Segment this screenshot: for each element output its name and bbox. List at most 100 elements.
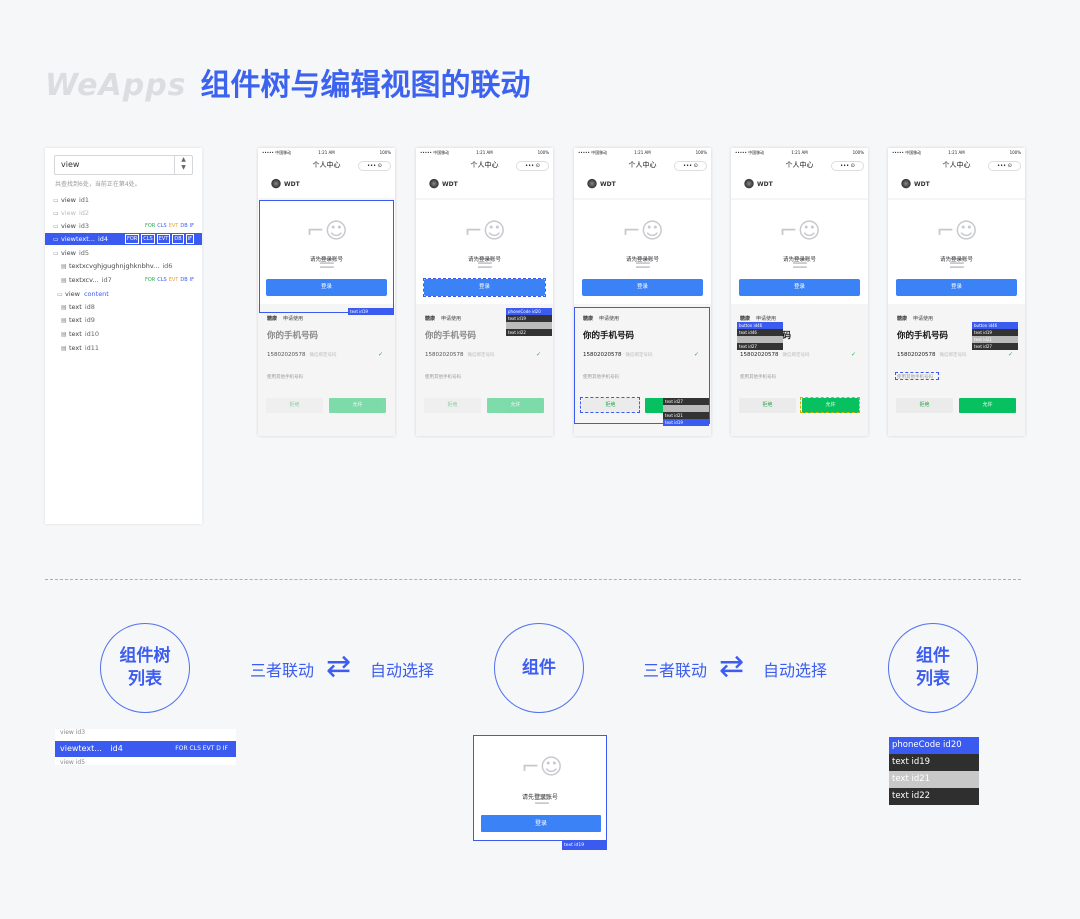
text-node-icon: ▤ bbox=[61, 317, 67, 324]
reject-button[interactable]: 拒绝 bbox=[424, 398, 481, 413]
phone-number-row[interactable]: 15802020578 微信绑定号码 bbox=[740, 352, 810, 358]
swap-arrows-icon: ⇄ bbox=[719, 649, 745, 684]
tree-row[interactable]: ▤ textxcvghjgughnjghknbhv... id6 bbox=[45, 260, 202, 272]
text-node-icon: ▤ bbox=[61, 331, 67, 338]
capsule-menu[interactable]: ••• ⊙ bbox=[516, 161, 549, 171]
label-item: text id27 bbox=[737, 343, 783, 350]
tree-list-circle: 组件树 列表 bbox=[100, 623, 190, 713]
clock: 1:21 AM bbox=[791, 150, 808, 155]
user-name: WDT bbox=[914, 181, 930, 188]
component-list-item[interactable]: text id19 bbox=[889, 754, 979, 771]
auth-apply: 申请使用 bbox=[283, 316, 304, 322]
user-row: WDT bbox=[888, 174, 1025, 198]
tree-row[interactable]: ▭ view content bbox=[45, 288, 202, 300]
tree-row[interactable]: ▤ text id11 bbox=[45, 342, 202, 354]
tree-row[interactable]: ▤ text id10 bbox=[45, 328, 202, 340]
tree-row-label: text bbox=[69, 330, 82, 338]
tree-search-input[interactable]: view ▲ ▼ bbox=[54, 155, 193, 175]
selection-list: button id46 text id19 text id21 text id2… bbox=[972, 322, 1018, 350]
other-phone-link[interactable]: 使用其他手机号码 bbox=[425, 374, 461, 380]
phone-preview[interactable]: ••••• 中国移动 1:21 AM 100% 个人中心 ••• ⊙ WDT ⌐… bbox=[888, 148, 1025, 436]
tree-row-label: view bbox=[61, 196, 76, 204]
auth-app: 糖康 bbox=[425, 316, 436, 322]
id-card-icon: ⌐☺≡ bbox=[521, 755, 563, 812]
allow-button[interactable]: 允许 bbox=[487, 398, 544, 413]
auth-title: 你的手机号码 bbox=[267, 331, 319, 341]
auto-select-label-1: 自动选择 bbox=[370, 661, 435, 680]
status-bar: ••••• 中国移动 1:21 AM 100% bbox=[574, 148, 711, 157]
capsule-menu[interactable]: ••• ⊙ bbox=[674, 161, 707, 171]
phone-number-row[interactable]: 15802020578 微信绑定号码 bbox=[267, 352, 337, 358]
login-card[interactable]: ⌐☺≡ 请先登录账号 登录 bbox=[574, 200, 711, 304]
auth-header: 糖康 申请使用 bbox=[740, 315, 776, 322]
allow-button[interactable]: 允许 bbox=[959, 398, 1016, 413]
phone-number-row[interactable]: 15802020578 微信绑定号码 bbox=[897, 352, 967, 358]
login-card[interactable]: ⌐☺≡ 请先登录账号 登录 bbox=[888, 200, 1025, 304]
phone-preview[interactable]: ••••• 中国移动 1:21 AM 100% 个人中心 ••• ⊙ WDT ⌐… bbox=[416, 148, 553, 436]
phone-note: 微信绑定号码 bbox=[782, 353, 810, 358]
phone-number-row[interactable]: 15802020578 微信绑定号码 bbox=[425, 352, 495, 358]
tree-search-value: view bbox=[61, 160, 80, 169]
reject-button[interactable]: 拒绝 bbox=[896, 398, 953, 413]
component-list-item[interactable]: text id22 bbox=[889, 788, 979, 805]
clock: 1:21 AM bbox=[476, 150, 493, 155]
capsule-menu[interactable]: ••• ⊙ bbox=[358, 161, 391, 171]
tree-row-label: textxcv... bbox=[69, 276, 99, 284]
reject-button[interactable]: 拒绝 bbox=[739, 398, 796, 413]
label-item: text id19 bbox=[506, 315, 552, 322]
component-tree-panel: view ▲ ▼ 共查找到6处，当前正在第4处。 ▭ view id1 ▭ view id2… bbox=[45, 148, 202, 524]
tree-tag: DB bbox=[180, 277, 188, 283]
selection-list: text id27 text id21 text id19 bbox=[663, 398, 709, 426]
tree-row[interactable]: ▤ text id9 bbox=[45, 314, 202, 326]
tree-row[interactable]: ▤ textxcv... id7 FOR CLS EVT DB IF bbox=[45, 274, 202, 286]
tree-tag: IF bbox=[189, 277, 194, 283]
comp-login-button[interactable]: 登录 bbox=[481, 815, 601, 832]
nav-title: 个人中心 bbox=[785, 161, 814, 169]
user-row: WDT bbox=[574, 174, 711, 198]
label-item: text id19 bbox=[972, 329, 1018, 336]
other-phone-link[interactable]: 使用其他手机号码 bbox=[740, 374, 776, 380]
search-stepper[interactable]: ▲ ▼ bbox=[174, 156, 192, 174]
status-bar: ••••• 中国移动 1:21 AM 100% bbox=[731, 148, 868, 157]
tree-row[interactable]: ▭ view id3 FOR CLS EVT DB IF bbox=[45, 220, 202, 232]
tree-tag: FOR bbox=[144, 223, 156, 229]
tree-tag: FOR bbox=[144, 277, 156, 283]
other-phone-link[interactable]: 使用其他手机号码 bbox=[267, 374, 303, 380]
login-card[interactable]: ⌐☺≡ 请先登录账号 登录 bbox=[731, 200, 868, 304]
component-list-item[interactable]: phoneCode id20 bbox=[889, 737, 979, 754]
tree-row[interactable]: ▤ text id8 bbox=[45, 301, 202, 313]
check-icon: ✓ bbox=[850, 351, 856, 358]
auth-header: 糖康 申请使用 bbox=[897, 315, 933, 322]
phone-preview[interactable]: ••••• 中国移动 1:21 AM 100% 个人中心 ••• ⊙ WDT ⌐… bbox=[258, 148, 395, 436]
component-list-example: phoneCode id20 text id19 text id21 text id2… bbox=[889, 737, 979, 805]
component-list-item[interactable]: text id21 bbox=[889, 771, 979, 788]
tree-row[interactable]: ▭ view id2 bbox=[45, 207, 202, 219]
circle2-label: 组件 bbox=[522, 657, 556, 678]
tree-selected-row[interactable]: viewtext... id4 FOR CLS EVT D IF bbox=[55, 741, 236, 757]
login-button[interactable]: 登录 bbox=[739, 279, 860, 296]
battery: 100% bbox=[852, 150, 864, 155]
section-divider bbox=[45, 579, 1021, 580]
tree-selected-tags: FOR CLS EVT D IF bbox=[175, 745, 228, 752]
phone-preview[interactable]: ••••• 中国移动 1:21 AM 100% 个人中心 ••• ⊙ WDT ⌐… bbox=[574, 148, 711, 436]
battery: 100% bbox=[695, 150, 707, 155]
phone-preview[interactable]: ••••• 中国移动 1:21 AM 100% 个人中心 ••• ⊙ WDT ⌐… bbox=[731, 148, 868, 436]
tree-tag: CLS bbox=[141, 234, 155, 244]
tree-row[interactable]: ▭ viewtext... id4 FOR CLS EVT DB IF bbox=[45, 233, 202, 245]
page-title: WeApps 组件树与编辑视图的联动 bbox=[45, 60, 531, 104]
reject-button[interactable]: 拒绝 bbox=[266, 398, 323, 413]
tree-row-id: content bbox=[83, 290, 109, 298]
hover-outline bbox=[580, 397, 640, 413]
capsule-menu[interactable]: ••• ⊙ bbox=[988, 161, 1021, 171]
selection-label: text id19 bbox=[348, 308, 394, 315]
login-button[interactable]: 登录 bbox=[896, 279, 1017, 296]
tree-row-tags: FOR CLS EVT DB IF bbox=[123, 233, 194, 245]
capsule-menu[interactable]: ••• ⊙ bbox=[831, 161, 864, 171]
tree-row[interactable]: ▭ view id1 bbox=[45, 194, 202, 206]
login-button[interactable]: 登录 bbox=[582, 279, 703, 296]
component-selection-example[interactable]: ⌐☺≡ 请先登录账号 登录 text id19 bbox=[473, 735, 607, 850]
tree-row[interactable]: ▭ view id5 bbox=[45, 247, 202, 259]
allow-button[interactable]: 允许 bbox=[329, 398, 386, 413]
tree-row-label: view bbox=[65, 290, 80, 298]
tree-row-label: textxcvghjgughnjghknbhv... bbox=[69, 262, 160, 270]
